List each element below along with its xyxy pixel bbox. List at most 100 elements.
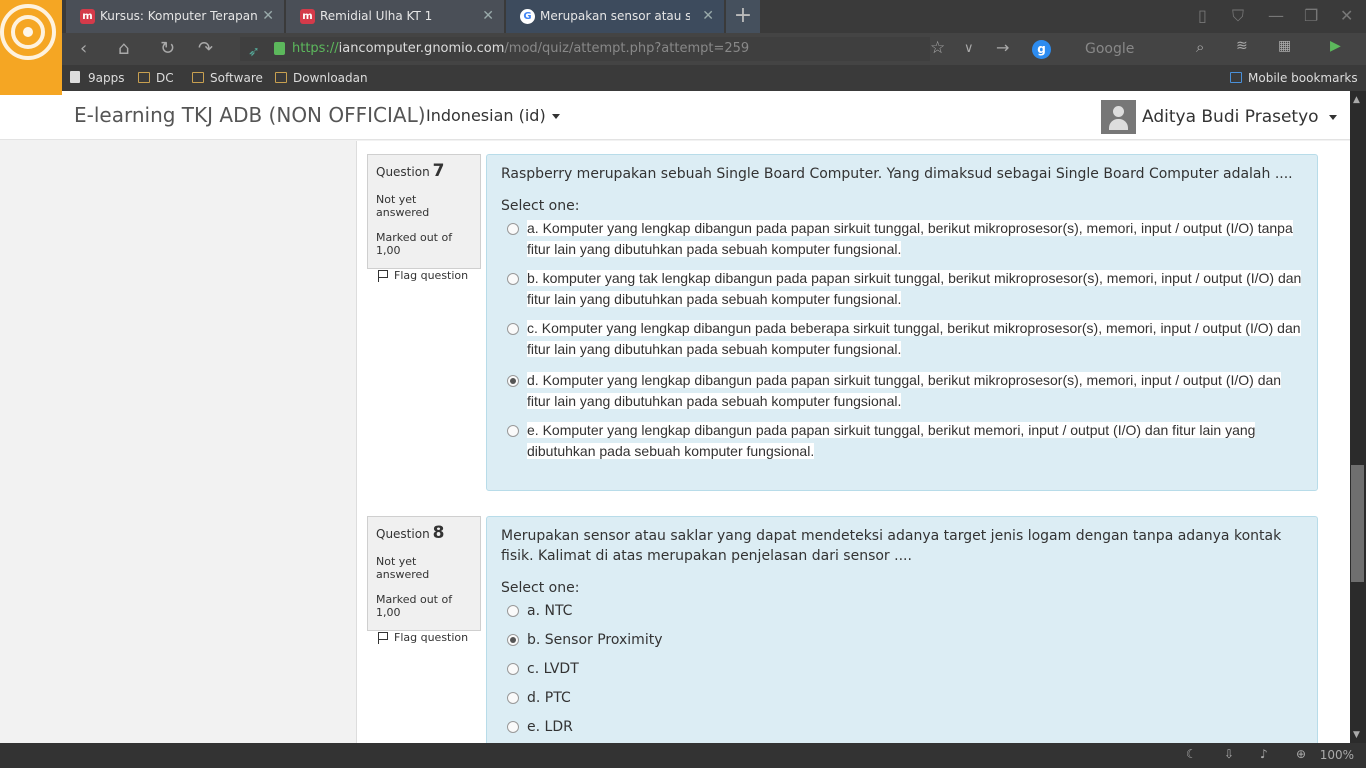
select-one-label: Select one: (501, 198, 580, 214)
question-box: Raspberry merupakan sebuah Single Board … (486, 154, 1318, 491)
url-host: iancomputer.gnomio.com (338, 41, 505, 56)
language-label: Indonesian (id) (426, 106, 546, 125)
night-mode-icon[interactable]: ☾ (1186, 747, 1197, 761)
user-name: Aditya Budi Prasetyo (1142, 107, 1319, 127)
wifi-icon[interactable]: ≋ (1236, 38, 1248, 54)
new-tab-button[interactable]: + (726, 0, 760, 33)
undo-close-icon[interactable]: ↷ (198, 38, 213, 59)
apps-grid-icon[interactable]: ▦ (1278, 38, 1291, 54)
radio-button[interactable] (507, 223, 519, 235)
folder-icon (138, 72, 150, 83)
browser-logo[interactable] (0, 0, 62, 95)
volume-icon[interactable]: ♪ (1260, 747, 1268, 761)
tab-merupakan[interactable]: G Merupakan sensor atau sakl ✕ (506, 0, 724, 33)
close-tab-icon[interactable]: ✕ (262, 0, 274, 32)
answer-option[interactable]: a. Komputer yang lengkap dibangun pada p… (501, 218, 1303, 260)
url-field[interactable]: ➶ https://iancomputer.gnomio.com/mod/qui… (240, 37, 930, 61)
answer-option[interactable]: d. Komputer yang lengkap dibangun pada p… (501, 370, 1303, 412)
radio-button[interactable] (507, 692, 519, 704)
option-label: c. LVDT (527, 661, 579, 677)
search-icon[interactable]: ⌕ (1196, 38, 1204, 56)
question-info: Question 7 Not yet answered Marked out of… (367, 154, 481, 282)
answer-option[interactable]: b. komputer yang tak lengkap dibangun pa… (501, 268, 1303, 310)
radio-button[interactable] (507, 273, 519, 285)
radio-button[interactable] (507, 323, 519, 335)
bookmark-downloadan[interactable]: Downloadan (275, 70, 368, 86)
close-tab-icon[interactable]: ✕ (702, 0, 714, 32)
tab-kursus[interactable]: m Kursus: Komputer Terapan ✕ (66, 0, 284, 33)
radio-button[interactable] (507, 721, 519, 733)
bookmark-label: Software (210, 71, 263, 85)
question-text: Merupakan sensor atau saklar yang dapat … (501, 528, 1282, 564)
moodle-icon: m (300, 9, 315, 24)
answer-option[interactable]: c. LVDT (501, 658, 1303, 680)
home-icon[interactable]: ⌂ (118, 38, 129, 59)
user-menu[interactable]: Aditya Budi Prasetyo (1101, 100, 1337, 134)
star-icon[interactable]: ☆ (930, 38, 945, 58)
question-state: Not yet answered (376, 193, 430, 219)
question-info: Question 8 Not yet answered Marked out of… (367, 516, 481, 644)
caret-down-icon (551, 114, 560, 119)
flag-label: Flag question (394, 269, 469, 282)
minimize-icon[interactable]: — (1268, 6, 1284, 25)
address-bar: ‹ ⌂ ↻ ↷ ➶ https://iancomputer.gnomio.com… (0, 33, 1366, 65)
url-scheme: https:// (292, 41, 339, 56)
answer-option[interactable]: d. PTC (501, 687, 1303, 709)
question-box: Merupakan sensor atau saklar yang dapat … (486, 516, 1318, 743)
answer-option[interactable]: e. Komputer yang lengkap dibangun pada p… (501, 420, 1303, 462)
reload-icon[interactable]: ↻ (160, 38, 175, 59)
bookmark-software[interactable]: Software (192, 70, 263, 86)
status-bar: ☾ ⇩ ♪ ⊕ 100% (0, 743, 1366, 768)
option-label: a. NTC (527, 603, 573, 619)
answer-option[interactable]: c. Komputer yang lengkap dibangun pada b… (501, 318, 1303, 360)
question-marks: Marked out of 1,00 (376, 231, 453, 257)
radio-button[interactable] (507, 663, 519, 675)
skin-icon[interactable]: ⛉ (1232, 6, 1244, 26)
question-number: Question 8 (376, 523, 445, 543)
radio-button-selected[interactable] (507, 375, 519, 387)
dropdown-icon[interactable]: ∨ (964, 41, 974, 56)
bookmarks-bar: ☆ 9apps DC Software Downloadan Mobile bo… (0, 65, 1366, 91)
download-icon[interactable]: ⇩ (1224, 747, 1234, 761)
tab-label: Kursus: Komputer Terapan (100, 9, 258, 23)
radio-button[interactable] (507, 605, 519, 617)
caret-down-icon (1328, 114, 1337, 120)
url-path: /mod/quiz/attempt.php?attempt=259 (504, 41, 750, 56)
moodle-icon: m (80, 9, 95, 24)
vertical-scrollbar[interactable] (1350, 91, 1366, 743)
close-window-icon[interactable]: ✕ (1340, 6, 1353, 25)
zoom-icon[interactable]: ⊕ (1296, 747, 1306, 761)
answer-option[interactable]: e. LDR (501, 716, 1303, 738)
question-state: Not yet answered (376, 555, 430, 581)
search-engine-icon: g (1032, 40, 1051, 59)
answer-option[interactable]: b. Sensor Proximity (501, 629, 1303, 651)
mobile-bookmarks[interactable]: Mobile bookmarks (1230, 70, 1358, 86)
tab-remidial[interactable]: m Remidial Ulha KT 1 ✕ (286, 0, 504, 33)
site-brand[interactable]: E-learning TKJ ADB (NON OFFICIAL) (74, 103, 426, 127)
scrollbar-thumb[interactable] (1351, 465, 1364, 582)
language-menu[interactable]: Indonesian (id) (426, 106, 560, 125)
forward-arrow-icon[interactable]: → (996, 38, 1009, 57)
bookmark-dc[interactable]: DC (138, 70, 174, 86)
zoom-level[interactable]: 100% (1320, 748, 1354, 762)
folder-icon (275, 72, 287, 83)
scroll-up-icon[interactable]: ▲ (1353, 95, 1360, 105)
back-icon[interactable]: ‹ (80, 38, 87, 59)
tab-label: Merupakan sensor atau sakl (540, 9, 690, 23)
flag-question-link[interactable]: Flag question (376, 631, 472, 644)
radio-button-selected[interactable] (507, 634, 519, 646)
restore-icon[interactable]: ❐ (1304, 6, 1318, 25)
extension-icon[interactable]: ▶ (1330, 38, 1341, 54)
mobile-bookmarks-icon (1230, 72, 1242, 83)
radio-button[interactable] (507, 425, 519, 437)
bookmark-9apps[interactable]: 9apps (70, 70, 124, 86)
flag-question-link[interactable]: Flag question (376, 269, 472, 282)
option-label: d. PTC (527, 690, 571, 706)
search-box[interactable]: g Google (1030, 37, 1220, 61)
close-tab-icon[interactable]: ✕ (482, 0, 494, 32)
scroll-down-icon[interactable]: ▼ (1353, 730, 1360, 740)
select-one-label: Select one: (501, 580, 580, 596)
answer-option[interactable]: a. NTC (501, 600, 1303, 622)
bookmark-label: 9apps (88, 71, 125, 85)
sidebar-toggle-icon[interactable]: ▯ (1198, 6, 1207, 25)
